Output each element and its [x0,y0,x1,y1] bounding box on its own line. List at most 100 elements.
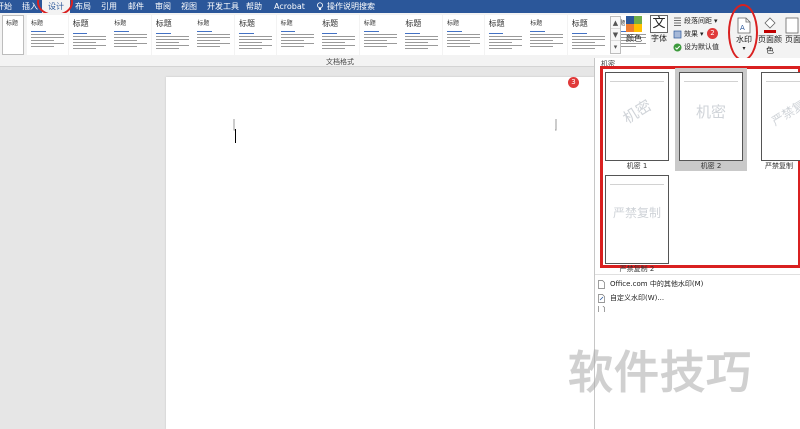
gallery-scroller[interactable]: ▲ ▼ ▾ [610,16,621,54]
document-page[interactable] [166,77,594,429]
page-color-label: 页面颜色 [758,35,782,55]
style-set-title: 标题 [239,19,255,28]
watermark-preview-text: 机密 [695,103,726,121]
style-set-item[interactable]: 标题 [526,15,568,55]
more-watermarks-label: Office.com 中的其他水印(M) [610,280,704,288]
custom-watermark-label: 自定义水印(W)... [610,294,665,302]
document-formatting-group-label: 文档格式 [326,58,354,66]
tab-references[interactable]: 引用 [101,0,117,13]
tab-help[interactable]: 帮助 [246,0,262,13]
style-set-title: 标题 [322,19,339,28]
margin-corner-mark [555,119,557,131]
set-as-default-label: 设为默认值 [684,43,719,51]
menu-separator [595,274,800,275]
paragraph-spacing-label: 段落间距 [684,17,712,25]
style-set-item[interactable]: 标题 [68,15,110,55]
watermark-button-highlight [728,4,758,61]
style-set-preview [361,27,400,51]
tab-layout[interactable]: 布局 [75,0,91,13]
more-watermarks-menu-item[interactable]: Office.com 中的其他水印(M) [597,278,703,290]
gallery-down-icon[interactable]: ▼ [611,29,620,41]
style-set-title: 标题 [197,20,210,27]
style-set-title: 标题 [405,19,422,28]
tab-insert[interactable]: 插入 [22,0,38,13]
chevron-down-icon: ▾ [700,30,704,38]
style-set-item[interactable]: 标题 [484,15,526,55]
style-set-title: 标题 [6,20,19,27]
style-set-item[interactable]: 标题 [151,15,193,55]
style-set-item[interactable]: 标题 [110,15,152,55]
style-set-preview [444,27,483,51]
style-set-title: 标题 [114,20,127,27]
watermark-option-label: 机密 1 [626,162,648,170]
color-palette-icon [626,16,642,32]
tell-me-label: 操作说明搜索 [327,2,375,11]
watermark-preview-text: 严禁复制 [769,91,800,129]
remove-watermark-icon [598,306,605,312]
watermark-option-label: 机密 2 [700,162,722,170]
page-borders-icon [785,17,799,34]
paragraph-spacing-button[interactable]: 段落间距 ▾ [673,16,718,26]
colors-label: 颜色 [626,34,642,43]
style-set-preview [402,29,441,53]
watermark-option-do-not-copy-2[interactable]: 严禁复制 [603,173,673,266]
fonts-button[interactable]: 文 字体 [648,15,670,44]
page-color-button[interactable]: 页面颜色 [757,17,783,56]
style-set-item[interactable]: 标题 [359,15,401,55]
page-borders-label: 页面 [785,35,800,44]
style-set-preview [111,27,150,51]
colors-button[interactable]: 颜色 [624,15,644,44]
style-set-preview [278,27,317,51]
tab-home[interactable]: 开始 [0,0,12,13]
tab-view[interactable]: 视图 [181,0,197,13]
set-as-default-button[interactable]: 设为默认值 [673,42,719,52]
style-set-title: 标题 [72,19,89,28]
style-set-preview [486,29,525,53]
style-set-title: 标题 [155,19,172,28]
gallery-more-icon[interactable]: ▾ [611,41,620,53]
style-set-item[interactable]: 标题 [567,15,609,55]
style-set-item[interactable]: 标题 [318,15,360,55]
watermark-preview-text: 机密 [619,96,655,128]
tab-review[interactable]: 审阅 [155,0,171,13]
tab-acrobat[interactable]: Acrobat [274,0,305,13]
custom-watermark-icon [598,293,605,303]
watermark-option-do-not-copy[interactable]: 严禁复制 严禁复制 [759,70,800,170]
style-set-item[interactable]: 标题 [193,15,235,55]
style-set-preview [70,29,109,53]
style-set-preview [194,27,233,51]
step-badge-2: 2 [707,28,718,39]
style-set-title: 标题 [571,19,588,28]
document-icon [598,279,605,289]
remove-watermark-menu-item[interactable] [597,306,606,312]
watermark-option-label: 严禁复制 2 [619,265,655,273]
tell-me-search[interactable]: 操作说明搜索 [316,0,375,13]
text-cursor [235,129,236,143]
lightbulb-icon [317,2,323,10]
watermark-option-confidential-2[interactable]: 机密 机密 2 [675,68,747,171]
tab-mailings[interactable]: 邮件 [128,0,144,13]
watermark-thumbnail: 严禁复制 [761,72,800,161]
style-set-item[interactable]: 标题 [27,15,68,55]
step-badge-3: 3 [568,77,579,88]
style-set-item[interactable]: 标题 [276,15,318,55]
effects-button[interactable]: 效果 ▾ [673,29,704,39]
custom-watermark-menu-item[interactable]: 自定义水印(W)... [597,292,664,304]
effects-icon [673,30,682,38]
style-set-item[interactable]: 标题 [401,15,443,55]
watermark-thumbnail: 严禁复制 [605,175,669,264]
style-set-item[interactable]: 标题 [235,15,276,55]
gallery-up-icon[interactable]: ▲ [611,17,620,29]
paint-bucket-icon [764,17,776,33]
style-set-title: 标题 [280,20,293,27]
style-set-preview [527,27,566,51]
style-set-item[interactable]: 标题 [2,15,24,55]
style-set-title: 标题 [530,20,543,27]
page-borders-button[interactable]: 页面 [785,17,800,45]
style-set-preview [319,29,358,53]
style-set-preview [569,29,608,53]
style-set-title: 标题 [488,19,505,28]
style-set-item[interactable]: 标题 [443,15,484,55]
tab-developer[interactable]: 开发工具 [207,0,239,13]
watermark-option-confidential-1[interactable]: 机密 [603,70,673,170]
